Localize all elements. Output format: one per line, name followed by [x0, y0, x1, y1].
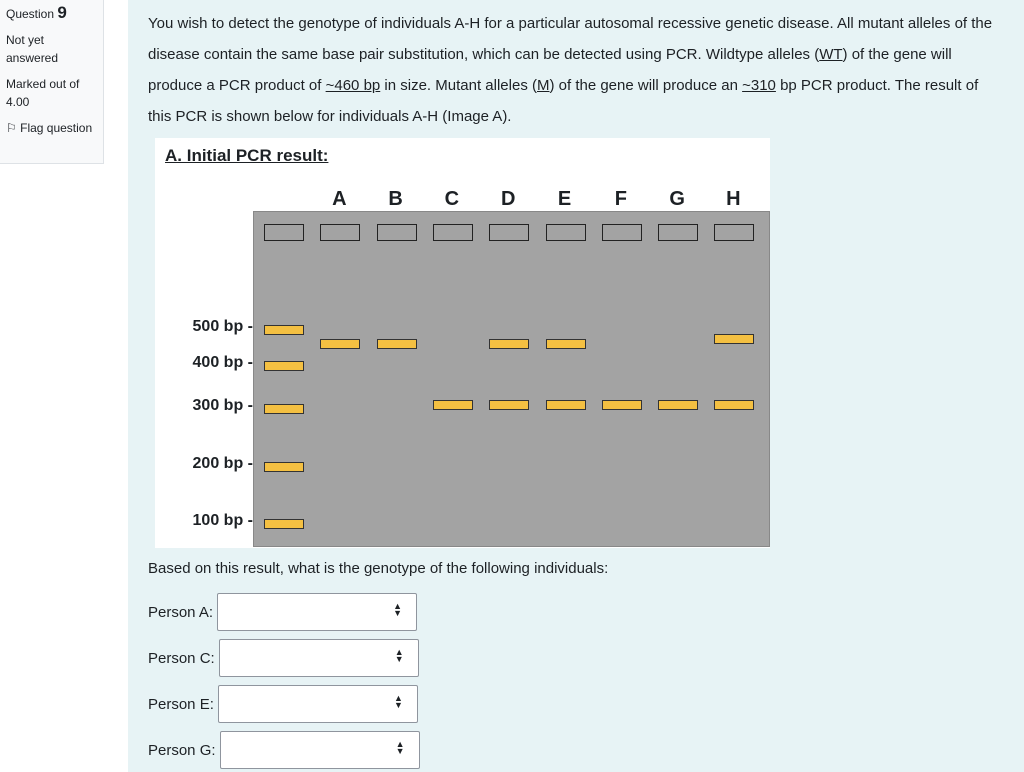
question-number: 9	[57, 3, 67, 22]
question-content: You wish to detect the genotype of indiv…	[128, 0, 1024, 772]
select-arrows-icon: ▲ ▼	[393, 601, 403, 618]
genotype-select[interactable]: ▲ ▼	[217, 685, 418, 723]
pcr-gel-figure: A. Initial PCR result: 500 bp - 400 bp - 3…	[155, 138, 770, 548]
lane-label-g: G	[669, 188, 685, 210]
ladder-label: 100 bp -	[192, 512, 253, 529]
flag-label: Flag question	[20, 121, 93, 135]
prompt-text: Based on this result, what is the genoty…	[148, 560, 609, 577]
well-d	[489, 224, 530, 241]
well-g	[658, 224, 699, 241]
band-h	[714, 399, 755, 410]
ladder-label: 200 bp -	[192, 455, 253, 472]
figure-title: A. Initial PCR result:	[165, 146, 329, 165]
flag-question-link[interactable]: ⚐ Flag question	[6, 119, 97, 137]
ladder-band	[264, 462, 304, 472]
genotype-select[interactable]: ▲ ▼	[218, 639, 419, 677]
ladder-band	[264, 325, 304, 335]
ladder-label: 400 bp -	[192, 354, 253, 371]
person-row: Person G: ▲ ▼	[148, 731, 420, 769]
select-arrows-icon: ▲ ▼	[394, 647, 404, 664]
lane-label-h: H	[726, 188, 741, 210]
lane-label-f: F	[614, 188, 627, 210]
genotype-select[interactable]: ▲ ▼	[217, 593, 418, 631]
question-text: You wish to detect the genotype of indiv…	[148, 15, 993, 125]
band-d	[489, 339, 530, 350]
person-row: Person E: ▲ ▼	[148, 685, 418, 723]
flag-icon: ⚐	[6, 121, 17, 135]
band-h	[714, 334, 755, 345]
well-e	[545, 224, 586, 241]
question-status: Not yet answered	[6, 33, 59, 65]
well-ladder	[264, 224, 304, 241]
gel	[253, 211, 770, 547]
well-b	[376, 224, 417, 241]
ladder-band	[264, 519, 304, 529]
band-a	[320, 339, 361, 350]
band-c	[432, 399, 473, 410]
question-label: Question	[6, 7, 55, 21]
band-g	[658, 399, 699, 410]
person-row: Person A: ▲ ▼	[148, 593, 418, 631]
lane-label-c: C	[444, 188, 460, 210]
question-info: Question 9 Not yet answered Marked out o…	[0, 0, 104, 164]
person-label: Person A:	[148, 603, 214, 621]
person-label: Person E:	[148, 695, 214, 713]
ladder-label: 500 bp -	[192, 318, 253, 335]
band-e	[545, 339, 586, 350]
well-a	[320, 224, 361, 241]
select-arrows-icon: ▲ ▼	[393, 693, 403, 710]
ladder-band	[264, 361, 304, 371]
genotype-select[interactable]: ▲ ▼	[219, 731, 420, 769]
lane-label-b: B	[388, 188, 403, 210]
lane-label-a: A	[332, 188, 347, 210]
band-f	[601, 399, 642, 410]
person-label: Person G:	[148, 741, 216, 759]
band-b	[376, 339, 417, 350]
well-f	[601, 224, 642, 241]
question-marks: Marked out of 4.00	[6, 77, 80, 109]
well-h	[714, 224, 755, 241]
lane-label-e: E	[557, 188, 572, 210]
ladder-label: 300 bp -	[192, 397, 253, 414]
lane-label-d: D	[500, 188, 516, 210]
well-c	[432, 224, 473, 241]
select-arrows-icon: ▲ ▼	[395, 739, 405, 756]
person-row: Person C: ▲ ▼	[148, 639, 419, 677]
band-d	[489, 399, 530, 410]
band-e	[545, 399, 586, 410]
person-label: Person C:	[148, 649, 215, 667]
ladder-band	[264, 404, 304, 414]
